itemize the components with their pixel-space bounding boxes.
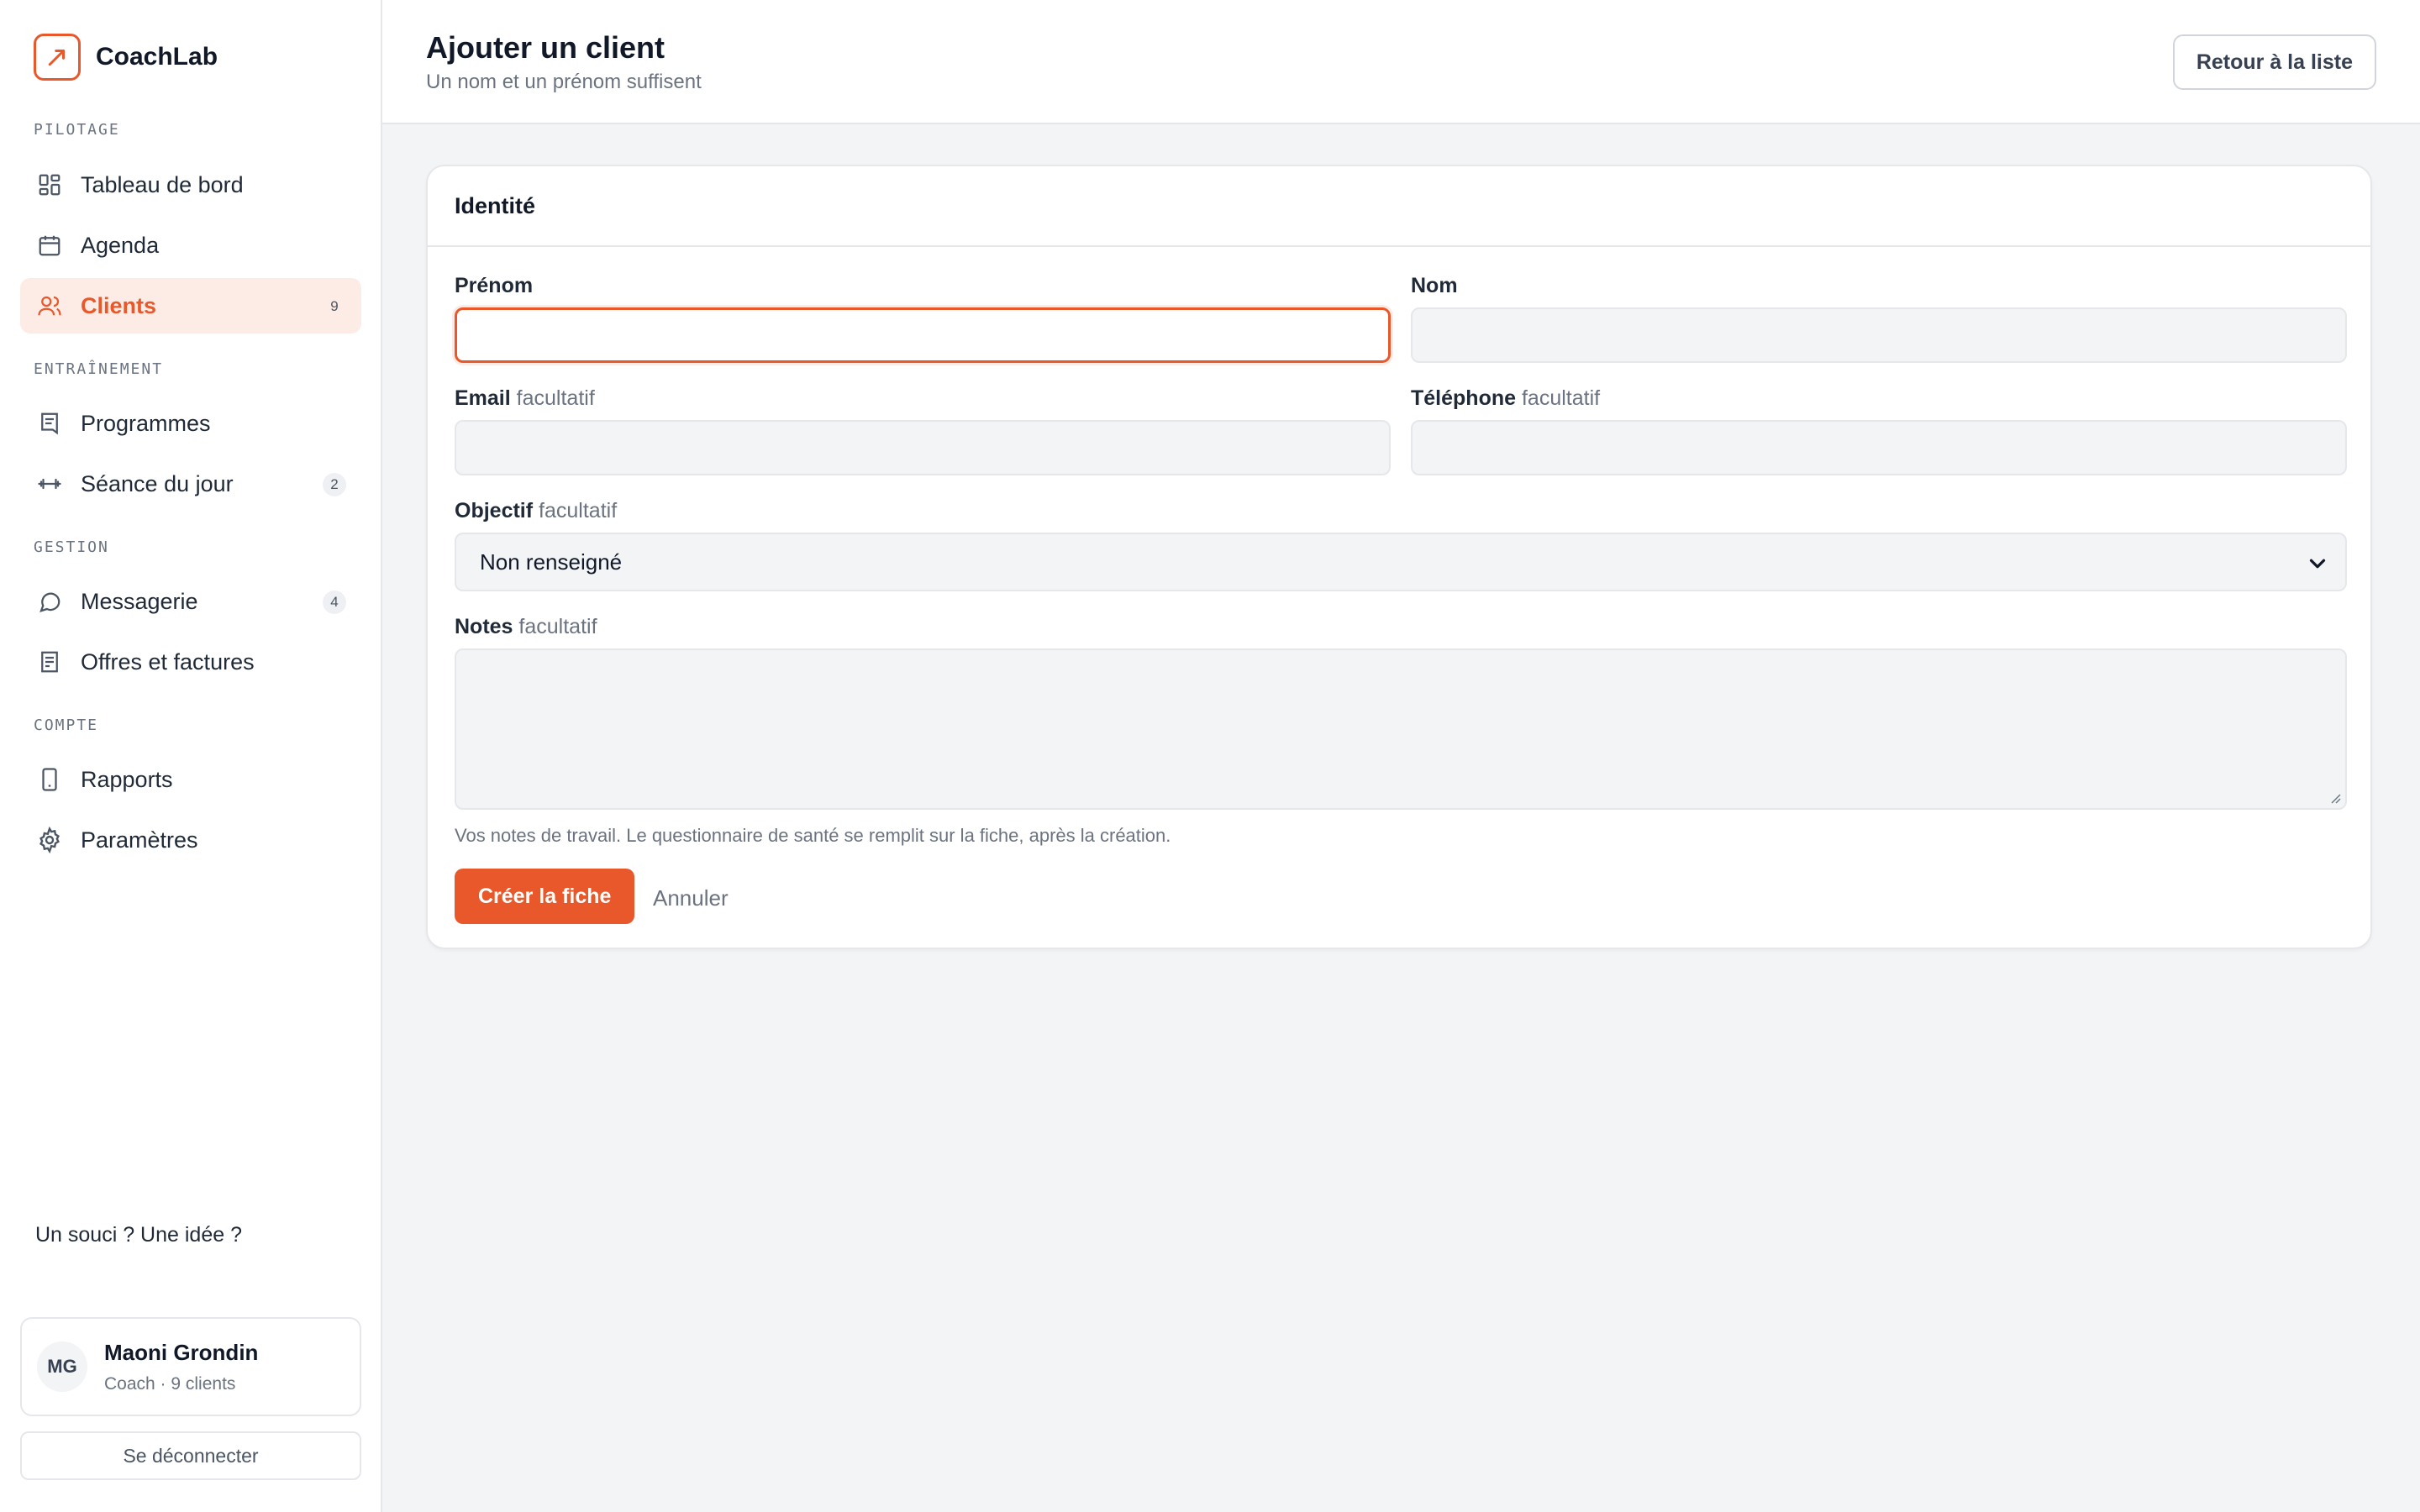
section-label-pilotage: PILOTAGE [34, 121, 120, 139]
notes-help-text: Vos notes de travail. Le questionnaire d… [455, 825, 1171, 846]
notes-label-text: Notes [455, 615, 513, 638]
sidebar-item-label: Tableau de bord [81, 171, 244, 197]
sidebar-item-dashboard[interactable]: Tableau de bord [20, 157, 361, 213]
phone-field[interactable] [1411, 420, 2347, 475]
feedback-link[interactable]: Un souci ? Une idée ? [35, 1223, 242, 1247]
optional-tag: facultatif [1521, 386, 1601, 410]
create-record-button[interactable]: Créer la fiche [455, 869, 635, 924]
section-label-compte: COMPTE [34, 717, 99, 734]
optional-tag: facultatif [518, 615, 597, 638]
email-label-text: Email [455, 386, 511, 410]
page-title: Ajouter un client [426, 30, 666, 65]
main-content: Ajouter un client Un nom et un prénom su… [382, 0, 2420, 1512]
sidebar-item-label: Agenda [81, 232, 160, 258]
user-card[interactable]: MG Maoni Grondin Coach · 9 clients [20, 1317, 361, 1416]
goal-label: Objectif facultatif [455, 499, 617, 523]
optional-tag: facultatif [516, 386, 595, 410]
first-name-input[interactable] [455, 307, 1391, 363]
last-name-label-text: Nom [1411, 274, 1458, 297]
sidebar-item-label: Séance du jour [81, 470, 234, 496]
sidebar-item-messagerie[interactable]: Messagerie 4 [20, 574, 361, 629]
goal-label-text: Objectif [455, 499, 534, 522]
sidebar-item-label: Messagerie [81, 588, 198, 614]
goal-select[interactable]: Non renseigné [455, 533, 2347, 591]
sidebar-item-label: Rapports [81, 766, 173, 792]
notes-label: Notes facultatif [455, 615, 597, 639]
last-name-input[interactable] [1411, 307, 2347, 363]
sidebar-item-offres-factures[interactable]: Offres et factures [20, 634, 361, 690]
email-label: Email facultatif [455, 386, 595, 411]
sidebar-item-label: Paramètres [81, 827, 198, 853]
sidebar-item-label: Programmes [81, 410, 211, 436]
phone-icon [35, 765, 64, 794]
dumbbell-icon [35, 470, 64, 498]
sidebar-item-programmes[interactable]: Programmes [20, 396, 361, 451]
brand[interactable]: CoachLab [34, 34, 218, 81]
sidebar-item-label: Offres et factures [81, 648, 255, 675]
last-name-label: Nom [1411, 274, 1458, 298]
back-to-list-button[interactable]: Retour à la liste [2172, 34, 2376, 90]
sidebar-item-agenda[interactable]: Agenda [20, 218, 361, 273]
page-header: Ajouter un client Un nom et un prénom su… [382, 0, 2420, 124]
first-name-label: Prénom [455, 274, 533, 298]
sidebar: CoachLab PILOTAGE Tableau de bord Agenda… [0, 0, 382, 1512]
count-badge: 2 [323, 473, 346, 496]
optional-tag: facultatif [539, 499, 618, 522]
calendar-icon [35, 231, 64, 260]
user-name: Maoni Grondin [104, 1339, 259, 1365]
logout-button[interactable]: Se déconnecter [20, 1431, 361, 1480]
card-header: Identité [428, 166, 2370, 247]
document-icon [35, 409, 64, 438]
page-subtitle: Un nom et un prénom suffisent [426, 71, 702, 93]
invoice-icon [35, 648, 64, 676]
section-label-gestion: GESTION [34, 538, 109, 556]
chat-icon [35, 587, 64, 616]
first-name-label-text: Prénom [455, 274, 534, 297]
count-badge: 4 [323, 591, 346, 614]
chevron-down-icon [2305, 551, 2330, 576]
goal-select-value: Non renseigné [480, 549, 623, 575]
gear-icon [35, 826, 64, 854]
phone-label-text: Téléphone [1411, 386, 1517, 410]
avatar: MG [37, 1341, 87, 1392]
sidebar-item-label: Clients [81, 292, 157, 318]
users-icon [35, 291, 64, 320]
count-badge: 9 [330, 298, 339, 314]
sidebar-item-rapports[interactable]: Rapports [20, 752, 361, 807]
cancel-button[interactable]: Annuler [653, 885, 729, 911]
user-role: Coach · 9 clients [104, 1373, 236, 1394]
brand-name: CoachLab [96, 43, 218, 71]
resize-grip-icon[interactable] [2328, 791, 2342, 805]
trend-arrow-icon [34, 34, 81, 81]
phone-label: Téléphone facultatif [1411, 386, 1600, 411]
sidebar-item-clients[interactable]: Clients 9 [20, 278, 361, 333]
card-title: Identité [455, 193, 536, 218]
sidebar-item-seance-du-jour[interactable]: Séance du jour 2 [20, 456, 361, 512]
dashboard-icon [35, 171, 64, 199]
notes-textarea[interactable] [455, 648, 2347, 810]
identity-form-card: Identité Prénom Nom Email facultatif Tél… [426, 165, 2372, 949]
email-field[interactable] [455, 420, 1391, 475]
section-label-entrainement: ENTRAÎNEMENT [34, 360, 164, 378]
sidebar-item-parametres[interactable]: Paramètres [20, 812, 361, 868]
